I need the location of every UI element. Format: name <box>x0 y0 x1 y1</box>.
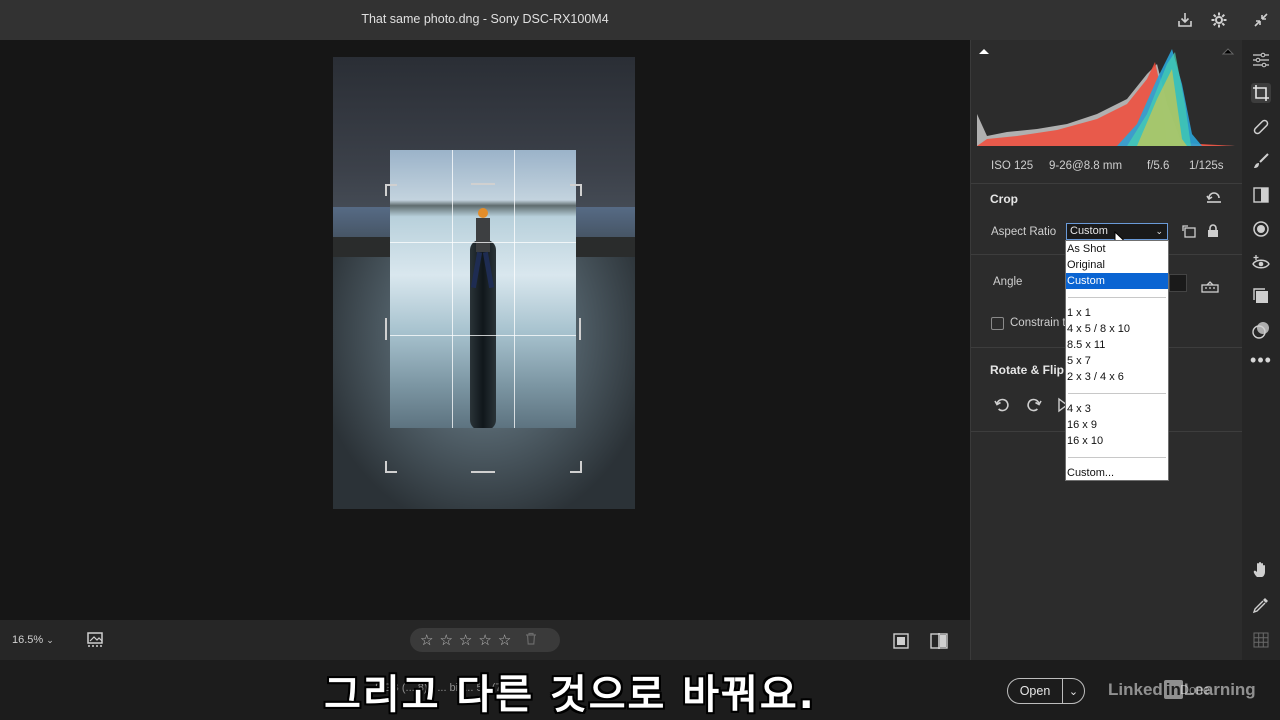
star-rating[interactable]: ☆ ☆ ☆ ☆ ☆ <box>410 628 560 652</box>
gear-icon[interactable] <box>1209 10 1229 30</box>
gradient-icon[interactable] <box>1251 185 1271 205</box>
canvas-toolbar: 16.5% ⌄ ☆ ☆ ☆ ☆ ☆ <box>0 620 970 660</box>
iso-value: ISO 125 <box>991 160 1034 172</box>
angle-input[interactable] <box>1169 274 1187 292</box>
more-icon[interactable]: ••• <box>1250 350 1271 370</box>
tool-strip: ••• <box>1242 40 1280 660</box>
star-icon[interactable]: ☆ <box>459 633 472 648</box>
window-title: That same photo.dng - Sony DSC-RX100M4 <box>361 12 609 26</box>
aspect-option[interactable]: 2 x 3 / 4 x 6 <box>1066 369 1168 385</box>
crop-handle-bottom[interactable] <box>471 471 495 473</box>
crop-icon[interactable] <box>1251 83 1271 103</box>
presets-icon[interactable] <box>1251 320 1271 340</box>
single-view-icon[interactable] <box>893 633 909 652</box>
rotate-left-icon[interactable] <box>993 396 1011 417</box>
aspect-option[interactable]: As Shot <box>1066 241 1168 257</box>
histogram <box>977 44 1235 150</box>
red-eye-icon[interactable] <box>1251 253 1271 273</box>
rotate-flip-title: Rotate & Flip <box>990 363 1064 377</box>
star-icon[interactable]: ☆ <box>498 633 511 648</box>
aspect-ratio-label: Aspect Ratio <box>991 226 1057 238</box>
hand-icon[interactable] <box>1251 560 1271 580</box>
save-icon[interactable] <box>1175 10 1195 30</box>
person-figure <box>470 208 495 289</box>
aspect-ratio-dropdown[interactable]: As Shot Original Custom 1 x 1 4 x 5 / 8 … <box>1065 240 1169 481</box>
eyedropper-icon[interactable] <box>1251 595 1271 615</box>
grid-icon[interactable] <box>1251 630 1271 650</box>
aspect-option-selected[interactable]: Custom <box>1066 273 1168 289</box>
aspect-option[interactable]: 1 x 1 <box>1066 305 1168 321</box>
crop-handle-top-right[interactable] <box>570 184 582 196</box>
chevron-down-icon: ⌄ <box>1155 226 1163 236</box>
constrain-checkbox[interactable] <box>991 317 1004 330</box>
healing-icon[interactable] <box>1251 117 1271 137</box>
crop-grid-line <box>390 242 576 243</box>
collapse-icon[interactable] <box>1251 10 1271 30</box>
star-icon[interactable]: ☆ <box>420 633 433 648</box>
angle-label: Angle <box>993 276 1023 288</box>
aspect-option[interactable]: 8.5 x 11 <box>1066 337 1168 353</box>
aperture-value: f/5.6 <box>1147 160 1170 172</box>
radial-icon[interactable] <box>1251 219 1271 239</box>
zoom-level[interactable]: 16.5% ⌄ <box>12 634 54 646</box>
rotate-right-icon[interactable] <box>1025 396 1043 417</box>
aspect-option[interactable]: 4 x 5 / 8 x 10 <box>1066 321 1168 337</box>
aspect-option[interactable]: Custom... <box>1066 465 1168 481</box>
aspect-option[interactable]: 4 x 3 <box>1066 401 1168 417</box>
title-bar: That same photo.dng - Sony DSC-RX100M4 <box>0 0 1280 40</box>
crop-area[interactable] <box>390 150 576 428</box>
crop-handle-right[interactable] <box>579 318 581 340</box>
crop-section-title: Crop <box>990 192 1018 206</box>
crop-handle-top[interactable] <box>471 183 495 185</box>
crop-grid-line <box>514 150 515 428</box>
snapshots-icon[interactable] <box>1251 286 1271 306</box>
lens-value: 9-26@8.8 mm <box>1049 160 1123 172</box>
compare-view-icon[interactable] <box>86 631 106 652</box>
brush-icon[interactable] <box>1251 151 1271 171</box>
crop-grid-line <box>390 335 576 336</box>
before-after-icon[interactable] <box>930 632 948 653</box>
star-icon[interactable]: ☆ <box>439 633 452 648</box>
aspect-option[interactable]: 16 x 9 <box>1066 417 1168 433</box>
crop-grid-line <box>452 150 453 428</box>
trash-icon[interactable] <box>525 632 537 648</box>
crop-handle-bottom-right[interactable] <box>570 461 582 473</box>
crop-handle-left[interactable] <box>385 318 387 340</box>
edit-sliders-icon[interactable] <box>1251 50 1271 70</box>
straighten-icon[interactable] <box>1201 280 1219 297</box>
orientation-icon[interactable] <box>1181 224 1197 243</box>
star-icon[interactable]: ☆ <box>478 633 491 648</box>
aspect-option[interactable]: Original <box>1066 257 1168 273</box>
reset-crop-icon[interactable] <box>1206 190 1222 207</box>
aspect-option[interactable]: 16 x 10 <box>1066 433 1168 449</box>
shutter-value: 1/125s <box>1189 160 1224 172</box>
constrain-label: Constrain to <box>1010 317 1073 329</box>
crop-handle-bottom-left[interactable] <box>385 461 397 473</box>
lock-icon[interactable] <box>1207 224 1219 241</box>
crop-handle-top-left[interactable] <box>385 184 397 196</box>
video-subtitle: 그리고 다른 것으로 바꿔요. <box>324 672 816 718</box>
aspect-option[interactable]: 5 x 7 <box>1066 353 1168 369</box>
